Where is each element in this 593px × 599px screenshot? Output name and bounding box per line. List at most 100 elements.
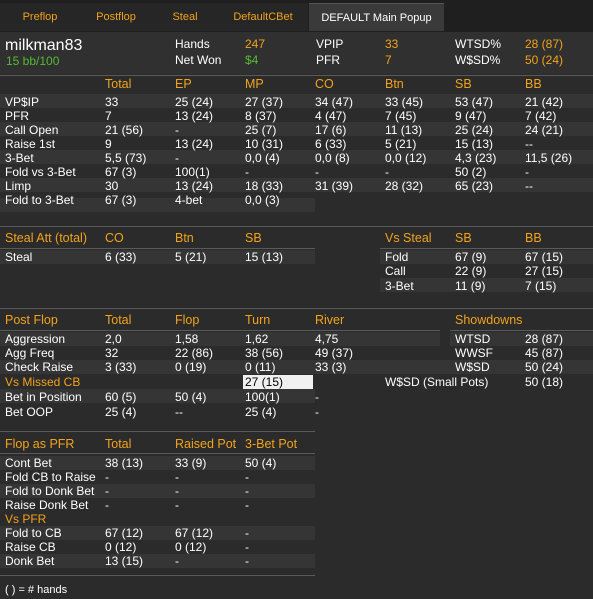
vs-steal-header-sb: SB [455, 231, 472, 245]
divider [0, 308, 593, 309]
pos-row-label: 3-Bet [5, 151, 34, 165]
wtsd-label: WTSD% [455, 37, 501, 51]
pos-cell: 13 (24) [175, 109, 214, 123]
tab-postflop[interactable]: Postflop [80, 3, 152, 31]
vs-pfr-cell: 0 (12) [105, 540, 137, 554]
pos-cell: 9 (47) [455, 109, 487, 123]
flop-pfr-header-3bet: 3-Bet Pot [245, 437, 298, 451]
postflop-cell: 60 (5) [105, 390, 137, 404]
steal-sb-value: 15 (13) [245, 250, 284, 264]
postflop-header-river: River [315, 313, 345, 327]
flop-pfr-row-label: Cont Bet [5, 456, 52, 470]
vs-pfr-cell: 0 (12) [175, 540, 207, 554]
pos-header-bb: BB [525, 77, 542, 91]
tab-defaultcbet[interactable]: DefaultCBet [218, 3, 308, 31]
postflop-cell: 100(1) [245, 390, 280, 404]
tab-preflop[interactable]: Preflop [0, 3, 80, 31]
vs-pfr-cell: - [245, 526, 249, 540]
pos-cell: 10 (31) [245, 137, 284, 151]
showdown-value: 28 (87) [525, 332, 564, 346]
pos-cell: 5 (21) [385, 137, 417, 151]
vs-pfr-cell: 67 (12) [175, 526, 214, 540]
postflop-title: Post Flop [5, 313, 58, 327]
pos-cell: - [315, 165, 319, 179]
pos-row-label: PFR [5, 109, 29, 123]
divider [450, 330, 593, 331]
postflop-cell: 32 [105, 346, 119, 360]
player-name: milkman83 [5, 37, 83, 54]
postflop-cell: 0 (19) [175, 360, 207, 374]
flop-pfr-cell: 33 (9) [175, 456, 207, 470]
postflop-cell: 25 (4) [245, 405, 277, 419]
pos-header-total: Total [105, 77, 132, 91]
hands-label: Hands [175, 37, 210, 51]
divider [380, 248, 593, 249]
tab-default-main-popup[interactable]: DEFAULT Main Popup [309, 3, 444, 31]
netwon-label: Net Won [175, 53, 222, 67]
showdown-value: 50 (24) [525, 360, 564, 374]
pos-row-label: VP$IP [5, 95, 40, 109]
flop-pfr-cell: - [175, 498, 179, 512]
postflop-cell: 22 (86) [175, 346, 214, 360]
pos-cell: 21 (56) [105, 123, 144, 137]
vs-pfr-row-label: Fold to CB [5, 526, 62, 540]
pos-cell: 4-bet [175, 193, 203, 207]
vs-pfr-title: Vs PFR [5, 512, 47, 526]
pos-row-label: Fold vs 3-Bet [5, 165, 76, 179]
vs-steal-cell: 7 (15) [525, 279, 557, 293]
pos-cell: 7 [105, 109, 112, 123]
tab-steal[interactable]: Steal [152, 3, 218, 31]
vs-pfr-cell: 13 (15) [105, 554, 144, 568]
row-band [0, 150, 593, 164]
showdown-label: WTSD [455, 332, 491, 346]
vs-steal-header-bb: BB [525, 231, 542, 245]
tab-bar: Preflop Postflop Steal DefaultCBet DEFAU… [0, 0, 593, 32]
wsd-value: 50 (24) [525, 53, 564, 67]
pos-cell: 5,5 (73) [105, 151, 147, 165]
postflop-cell: - [315, 390, 319, 404]
flop-pfr-cell: 38 (13) [105, 456, 144, 470]
vs-steal-row-label: 3-Bet [385, 279, 414, 293]
pos-cell: 28 (32) [385, 179, 424, 193]
pos-cell: 25 (7) [245, 123, 277, 137]
wsd-label: W$SD% [455, 53, 501, 67]
pos-cell: 50 (2) [455, 165, 487, 179]
row-band [0, 332, 440, 346]
steal-title: Steal Att (total) [5, 231, 87, 245]
vs-missed-cb-highlight: 27 (15) [243, 375, 313, 389]
pos-cell: 13 (24) [175, 179, 214, 193]
pos-cell: 31 (39) [315, 179, 354, 193]
player-header [0, 32, 593, 74]
flop-pfr-header-raised: Raised Pot [175, 437, 237, 451]
pos-cell: 18 (33) [245, 179, 284, 193]
pos-row-label: Fold to 3-Bet [5, 193, 74, 207]
pos-header-co: CO [315, 77, 334, 91]
vs-pfr-row-label: Raise CB [5, 540, 56, 554]
footer-note: ( ) = # hands [5, 584, 68, 596]
divider [0, 75, 593, 76]
pos-cell: 6 (33) [315, 137, 347, 151]
vs-steal-cell: 11 (9) [455, 279, 486, 293]
pos-cell: 24 (21) [525, 123, 564, 137]
steal-header-btn: Btn [175, 231, 194, 245]
pfr-label: PFR [316, 53, 340, 67]
postflop-row-label: Check Raise [5, 360, 74, 374]
postflop-cell: 25 (4) [105, 405, 137, 419]
vs-steal-cell: 67 (15) [525, 250, 564, 264]
pos-cell: 4,3 (23) [455, 151, 497, 165]
pos-cell: 33 (45) [385, 95, 424, 109]
postflop-header-turn: Turn [245, 313, 271, 327]
flop-pfr-cell: - [105, 484, 109, 498]
vs-steal-title: Vs Steal [385, 231, 432, 245]
divider [0, 248, 315, 249]
steal-header-sb: SB [245, 231, 262, 245]
flop-pfr-cell: 50 (4) [245, 456, 277, 470]
pos-cell: - [175, 151, 179, 165]
showdown-label: W$SD (Small Pots) [385, 375, 489, 389]
pos-cell: 4 (47) [315, 109, 347, 123]
flop-pfr-cell: - [245, 470, 249, 484]
pos-cell: 0,0 (8) [315, 151, 350, 165]
postflop-cell: 0 (11) [245, 360, 276, 374]
postflop-cell: -- [175, 405, 183, 419]
flop-pfr-cell: - [175, 484, 179, 498]
